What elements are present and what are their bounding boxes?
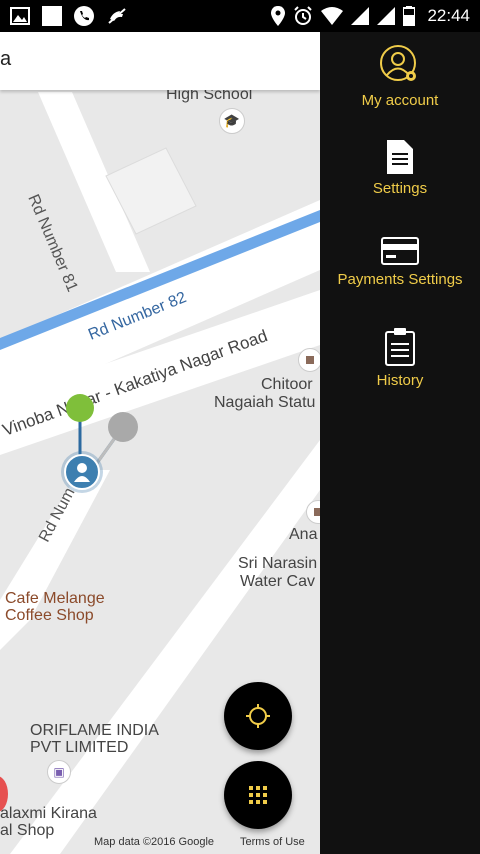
phone-call-icon xyxy=(74,6,94,26)
pickup-pin-icon[interactable] xyxy=(66,394,94,422)
drawer-item-label: Settings xyxy=(372,180,428,197)
signal-icon xyxy=(377,7,396,25)
map-label-coffee: Coffee Shop xyxy=(5,607,94,624)
user-location-icon[interactable] xyxy=(64,454,100,490)
poi-marker-icon xyxy=(298,348,320,372)
account-settings-icon xyxy=(380,45,416,81)
location-icon xyxy=(271,6,286,26)
school-icon: 🎓 xyxy=(219,108,245,134)
map-label-cafe: Cafe Melange xyxy=(5,590,105,607)
menu-grid-button[interactable] xyxy=(224,761,292,829)
crosshair-icon xyxy=(246,704,270,728)
search-bar[interactable]: a xyxy=(0,32,320,90)
battery-icon xyxy=(403,6,416,26)
drawer-item-label: My account xyxy=(361,92,439,109)
drawer-item-my-account[interactable]: My account xyxy=(320,44,480,109)
alarm-icon xyxy=(294,6,313,25)
status-bar: 22:44 xyxy=(0,0,480,32)
map-label-oriflame: ORIFLAME INDIA xyxy=(30,722,159,739)
map-label-chitoor: Chitoor xyxy=(261,376,313,393)
document-icon xyxy=(387,140,413,174)
destination-pin-icon[interactable] xyxy=(108,412,138,442)
drawer-item-label: History xyxy=(376,372,424,389)
drawer-item-label: Payments Settings xyxy=(337,271,463,288)
map-label-nagaiah: Nagaiah Statu xyxy=(214,394,316,411)
missed-call-icon xyxy=(108,8,126,24)
shopping-bag-icon: ▣ xyxy=(47,760,71,784)
wifi-icon xyxy=(321,7,344,25)
clipboard-icon xyxy=(385,328,415,366)
map-label-laxmi: alaxmi Kirana xyxy=(0,805,97,822)
square-icon xyxy=(42,6,62,26)
credit-card-icon xyxy=(381,237,419,265)
grid-dots-icon xyxy=(249,786,267,804)
map-label-pvt: PVT LIMITED xyxy=(30,739,129,756)
image-icon xyxy=(10,7,30,25)
drawer-item-payments-settings[interactable]: Payments Settings xyxy=(320,237,480,288)
side-drawer: My account Settings Payments Settings Hi… xyxy=(320,32,480,854)
search-text: a xyxy=(0,48,12,70)
locate-button[interactable] xyxy=(224,682,292,750)
map-label-water: Water Cav xyxy=(240,573,315,590)
map-label-shop: al Shop xyxy=(0,822,55,839)
map-label-ana: Ana xyxy=(289,526,318,543)
drawer-item-settings[interactable]: Settings xyxy=(320,140,480,197)
map-label-sri: Sri Narasin xyxy=(238,555,318,572)
drawer-item-history[interactable]: History xyxy=(320,328,480,389)
clock: 22:44 xyxy=(427,6,470,25)
signal-icon xyxy=(351,7,370,25)
terms-of-use-link[interactable]: Terms of Use xyxy=(240,836,305,848)
map-data-attribution: Map data ©2016 Google xyxy=(94,836,215,848)
